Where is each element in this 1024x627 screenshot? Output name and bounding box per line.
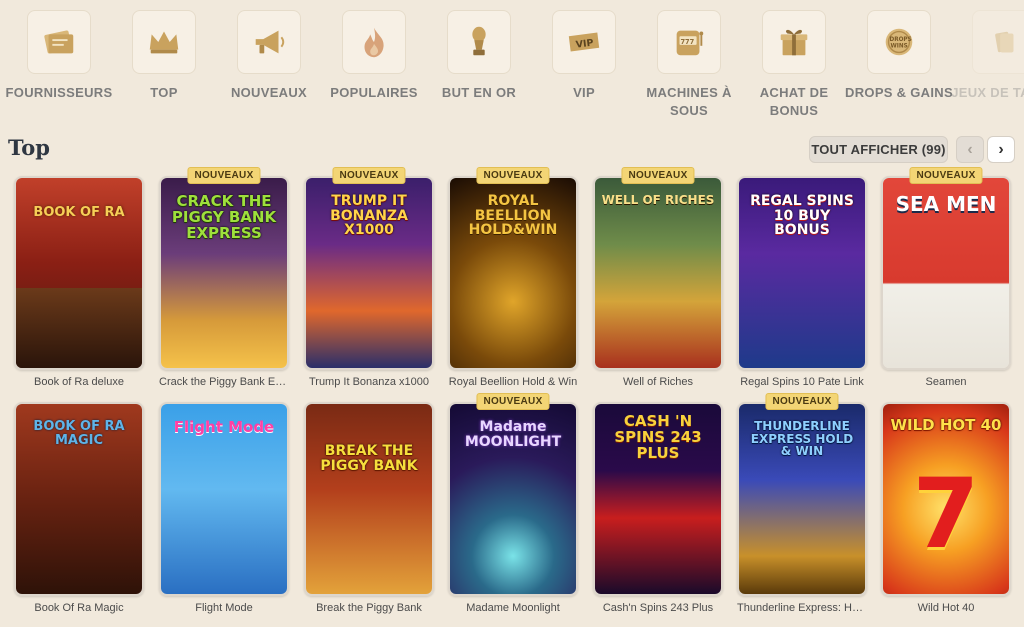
gift-icon: [762, 10, 826, 74]
game-card-flight-mode[interactable]: Flight Mode Flight Mode: [159, 402, 289, 614]
game-card-book-of-ra-magic[interactable]: BOOK OF RA MAGIC Book Of Ra Magic: [14, 402, 144, 614]
game-card-seamen[interactable]: NOUVEAUX SEA MEN Seamen: [881, 167, 1011, 388]
category-bar: FOURNISSEURS TOP NOUVEAUX POPULAIRES BUT…: [0, 10, 1024, 120]
megaphone-icon: [237, 10, 301, 74]
new-badge: NOUVEAUX: [476, 393, 550, 410]
game-card-crack-the-piggy-bank-express[interactable]: NOUVEAUX CRACK THE PIGGY BANK EXPRESS Cr…: [159, 167, 289, 388]
category-table-games[interactable]: JEUX DE TABLE: [949, 10, 1024, 102]
game-thumbnail: CASH 'N SPINS 243 PLUS: [593, 402, 723, 596]
game-card-well-of-riches[interactable]: NOUVEAUX WELL OF RICHES Well of Riches: [593, 167, 723, 388]
game-card-cash-n-spins-243[interactable]: CASH 'N SPINS 243 PLUS Cash'n Spins 243 …: [593, 402, 723, 614]
game-card-regal-spins-10[interactable]: REGAL SPINS 10 BUY BONUS Regal Spins 10 …: [737, 176, 867, 388]
category-vip[interactable]: VIP VIP: [529, 10, 639, 102]
game-card-break-the-piggy-bank[interactable]: BREAK THE PIGGY BANK Break the Piggy Ban…: [304, 402, 434, 614]
drops-wins-icon: DROPS WINS: [867, 10, 931, 74]
game-thumbnail: WILD HOT 40 7: [881, 402, 1011, 596]
category-drops-wins[interactable]: DROPS WINS DROPS & GAINS: [844, 10, 954, 102]
game-thumbnail: REGAL SPINS 10 BUY BONUS: [737, 176, 867, 370]
new-badge: NOUVEAUX: [332, 167, 406, 184]
game-card-thunderline-express[interactable]: NOUVEAUX THUNDERLINE EXPRESS HOLD & WIN …: [737, 393, 867, 614]
flame-icon: [342, 10, 406, 74]
crown-icon: [132, 10, 196, 74]
category-top[interactable]: TOP: [109, 10, 219, 102]
game-thumbnail: SEA MEN: [881, 176, 1011, 370]
game-card-madame-moonlight[interactable]: NOUVEAUX Madame MOONLIGHT Madame Moonlig…: [448, 393, 578, 614]
game-thumbnail: ROYAL BEELLION HOLD&WIN: [448, 176, 578, 370]
game-card-wild-hot-40[interactable]: WILD HOT 40 7 Wild Hot 40: [881, 402, 1011, 614]
category-bonus-buy[interactable]: ACHAT DE BONUS: [739, 10, 849, 120]
category-golden-goal[interactable]: BUT EN OR: [424, 10, 534, 102]
game-thumbnail: BOOK OF RA: [14, 176, 144, 370]
new-badge: NOUVEAUX: [187, 167, 261, 184]
game-card-book-of-ra-deluxe[interactable]: BOOK OF RA Book of Ra deluxe: [14, 176, 144, 388]
game-thumbnail: Madame MOONLIGHT: [448, 402, 578, 596]
section-title: Top: [8, 135, 50, 160]
svg-text:VIP: VIP: [575, 38, 594, 51]
providers-icon: [27, 10, 91, 74]
game-thumbnail: TRUMP IT BONANZA x1000: [304, 176, 434, 370]
new-badge: NOUVEAUX: [909, 167, 983, 184]
carousel-next-button[interactable]: ›: [987, 136, 1015, 163]
svg-text:WINS: WINS: [890, 44, 907, 50]
trophy-icon: [447, 10, 511, 74]
show-all-button[interactable]: TOUT AFFICHER (99): [809, 136, 948, 163]
svg-text:DROPS: DROPS: [890, 37, 912, 43]
category-popular[interactable]: POPULAIRES: [319, 10, 429, 102]
table-games-icon: [972, 10, 1024, 74]
game-thumbnail: BREAK THE PIGGY BANK: [304, 402, 434, 596]
game-thumbnail: BOOK OF RA MAGIC: [14, 402, 144, 596]
new-badge: NOUVEAUX: [621, 167, 695, 184]
carousel-prev-button[interactable]: ‹: [956, 136, 984, 163]
new-badge: NOUVEAUX: [765, 393, 839, 410]
game-thumbnail: Flight Mode: [159, 402, 289, 596]
category-slots[interactable]: 777 MACHINES À SOUS: [634, 10, 744, 120]
seven-symbol: 7: [912, 458, 980, 570]
game-card-trump-it-bonanza[interactable]: NOUVEAUX TRUMP IT BONANZA x1000 Trump It…: [304, 167, 434, 388]
new-badge: NOUVEAUX: [476, 167, 550, 184]
game-thumbnail: THUNDERLINE EXPRESS HOLD & WIN: [737, 402, 867, 596]
svg-text:777: 777: [680, 38, 694, 46]
category-providers[interactable]: FOURNISSEURS: [4, 10, 114, 102]
slot-machine-icon: 777: [657, 10, 721, 74]
game-thumbnail: WELL OF RICHES: [593, 176, 723, 370]
game-card-royal-beellion[interactable]: NOUVEAUX ROYAL BEELLION HOLD&WIN Royal B…: [448, 167, 578, 388]
category-new[interactable]: NOUVEAUX: [214, 10, 324, 102]
vip-ticket-icon: VIP: [552, 10, 616, 74]
game-thumbnail: CRACK THE PIGGY BANK EXPRESS: [159, 176, 289, 370]
